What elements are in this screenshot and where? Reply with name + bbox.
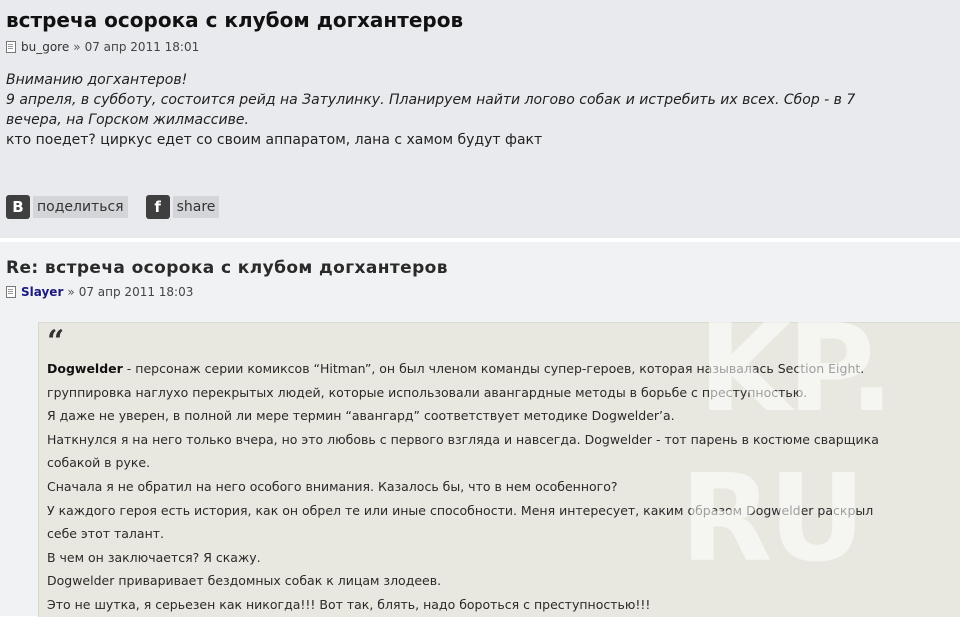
facebook-icon: f	[145, 195, 170, 219]
quote-mark: “	[47, 324, 65, 359]
reply-date: 07 апр 2011 18:03	[78, 285, 194, 299]
quote-line: Наткнулся я на него только вчера, но это…	[47, 431, 879, 447]
quote-line: себе этот талант.	[47, 526, 164, 542]
quote-line: Dogwelder - персонаж серии комиксов “Hit…	[47, 357, 960, 381]
post-meta: bu_gore » 07 апр 2011 18:01	[6, 40, 199, 54]
post-date: 07 апр 2011 18:01	[84, 40, 200, 54]
document-icon[interactable]	[6, 41, 16, 53]
quote-line: Dogwelder приваривает бездомных собак к …	[47, 573, 442, 589]
post-line: вечера, на Горском жилмассиве.	[6, 112, 249, 128]
post-original: встреча осорока с клубом догхантеров bu_…	[0, 0, 960, 238]
quote-line: В чем он заключается? Я скажу.	[47, 549, 261, 565]
post-title[interactable]: встреча осорока с клубом догхантеров	[6, 8, 463, 32]
vk-share-label: поделиться	[33, 196, 128, 218]
quote-bold-term: Dogwelder	[47, 361, 123, 376]
post-author[interactable]: bu_gore	[21, 40, 69, 54]
vk-icon: В	[6, 195, 30, 219]
post-line: 9 апреля, в субботу, состоится рейд на З…	[6, 92, 856, 108]
quote-line: У каждого героя есть история, как он обр…	[47, 502, 874, 518]
quote-line: собакой в руке.	[47, 455, 151, 471]
meta-separator: »	[73, 40, 81, 54]
vk-share-button[interactable]: В поделиться	[6, 195, 128, 219]
reply-title[interactable]: Re: встреча осорока с клубом догхантеров	[6, 258, 448, 278]
post-line: Вниманию догхантеров!	[6, 72, 188, 88]
facebook-share-button[interactable]: f share	[145, 195, 220, 219]
document-icon[interactable]	[6, 286, 16, 298]
share-row: В поделиться f share	[6, 195, 220, 219]
reply-meta: Slayer » 07 апр 2011 18:03	[6, 285, 193, 299]
quote-line-text: - персонаж серии комиксов “Hitman”, он б…	[122, 361, 865, 376]
meta-separator: »	[67, 285, 75, 299]
post-body: Вниманию догхантеров! 9 апреля, в суббот…	[6, 70, 956, 150]
quote-line: Это не шутка, я серьезен как никогда!!! …	[47, 596, 651, 612]
quote-line: группировка наглухо перекрытых людей, ко…	[47, 384, 808, 400]
facebook-share-label: share	[172, 196, 220, 218]
quote-body: Dogwelder - персонаж серии комиксов “Hit…	[47, 357, 960, 617]
quote-line: Я даже не уверен, в полной ли мере терми…	[47, 408, 675, 424]
post-line: кто поедет? циркус едет со своим аппарат…	[6, 132, 543, 148]
quote-block: “ Dogwelder - персонаж серии комиксов “H…	[38, 322, 960, 617]
reply-author[interactable]: Slayer	[21, 285, 63, 299]
quote-line: Сначала я не обратил на него особого вни…	[47, 478, 618, 494]
post-reply: Re: встреча осорока с клубом догхантеров…	[0, 242, 960, 617]
